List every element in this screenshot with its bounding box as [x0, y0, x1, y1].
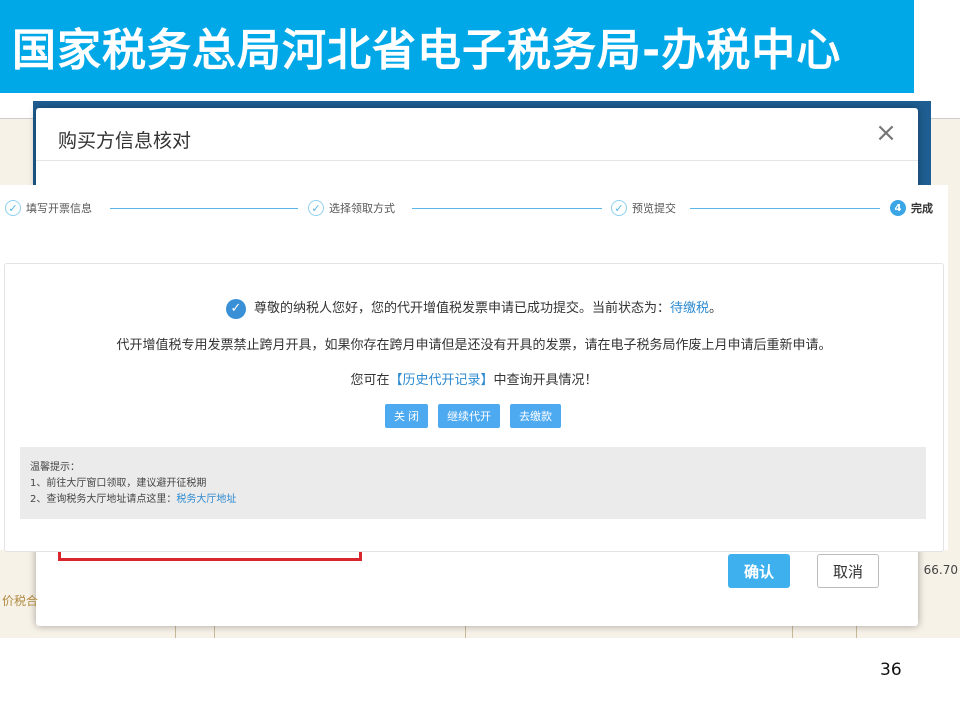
cross-month-notice: 代开增值税专用发票禁止跨月开具，如果你存在跨月申请但是还没有开具的发票，请在电子…	[116, 338, 832, 353]
history-hint-prefix: 您可在	[350, 373, 390, 388]
page-number: 36	[880, 660, 902, 680]
modal-title: 购买方信息核对	[58, 130, 192, 152]
history-hint-suffix: 中查询开具情况！	[493, 373, 598, 388]
step-label: 完成	[911, 202, 933, 215]
price-tax-label: 价税合	[2, 594, 39, 608]
step-connector	[412, 208, 602, 209]
tips-heading: 温馨提示：	[30, 462, 80, 473]
cancel-button[interactable]: 取消	[817, 554, 879, 588]
modal-header: 购买方信息核对 ×	[36, 108, 918, 161]
step-number-badge: 4	[890, 200, 906, 216]
slide-title-banner: 国家税务总局河北省电子税务局-办税中心	[0, 0, 914, 93]
history-records-link[interactable]: 【历史代开记录】	[389, 373, 493, 388]
continue-issue-button[interactable]: 继续代开	[438, 404, 501, 428]
close-icon[interactable]: ×	[874, 120, 898, 146]
step-preview-submit: ✓ 预览提交	[611, 198, 676, 218]
step-label: 预览提交	[632, 202, 676, 215]
success-suffix: 。	[709, 301, 723, 316]
step-connector	[690, 208, 880, 209]
success-panel: ✓ 填写开票信息 ✓ 选择领取方式 ✓ 预览提交 4 完成 ✓ 尊敬的纳税人您好，…	[0, 185, 948, 552]
check-circle-icon: ✓	[308, 200, 324, 216]
result-box: ✓ 尊敬的纳税人您好，您的代开增值税发票申请已成功提交。当前状态为：待缴税。 代开…	[4, 263, 944, 552]
amount-text: 66.70	[923, 563, 958, 577]
success-message: ✓ 尊敬的纳税人您好，您的代开增值税发票申请已成功提交。当前状态为：待缴税。	[5, 297, 943, 319]
status-link[interactable]: 待缴税	[670, 301, 709, 316]
step-connector	[110, 208, 298, 209]
tax-hall-address-link[interactable]: 税务大厅地址	[176, 494, 236, 505]
step-fill-invoice: ✓ 填写开票信息	[5, 198, 92, 218]
slide-title: 国家税务总局河北省电子税务局-办税中心	[12, 25, 842, 76]
tips-box: 温馨提示： 1、前往大厅窗口领取，建议避开征税期 2、查询税务大厅地址请点这里：…	[20, 447, 926, 519]
step-pickup-method: ✓ 选择领取方式	[308, 198, 395, 218]
checkmark-icon: ✓	[225, 298, 246, 319]
check-circle-icon: ✓	[611, 200, 627, 216]
step-complete: 4 完成	[890, 198, 933, 218]
history-hint: 您可在【历史代开记录】中查询开具情况！	[5, 369, 943, 388]
success-text: 尊敬的纳税人您好，您的代开增值税发票申请已成功提交。当前状态为：	[253, 301, 670, 316]
confirm-button[interactable]: 确认	[728, 554, 790, 588]
check-circle-icon: ✓	[5, 200, 21, 216]
action-buttons: 关 闭 继续代开 去缴款	[385, 404, 562, 428]
tips-item-2-text: 2、查询税务大厅地址请点这里：	[30, 494, 177, 505]
step-label: 选择领取方式	[329, 202, 395, 215]
close-button[interactable]: 关 闭	[385, 404, 429, 428]
tips-item-2: 2、查询税务大厅地址请点这里：税务大厅地址	[30, 490, 236, 505]
progress-steps: ✓ 填写开票信息 ✓ 选择领取方式 ✓ 预览提交 4 完成	[0, 185, 948, 231]
tips-item-1: 1、前往大厅窗口领取，建议避开征税期	[30, 478, 207, 489]
pay-tax-button[interactable]: 去缴款	[510, 404, 562, 428]
step-label: 填写开票信息	[26, 202, 92, 215]
